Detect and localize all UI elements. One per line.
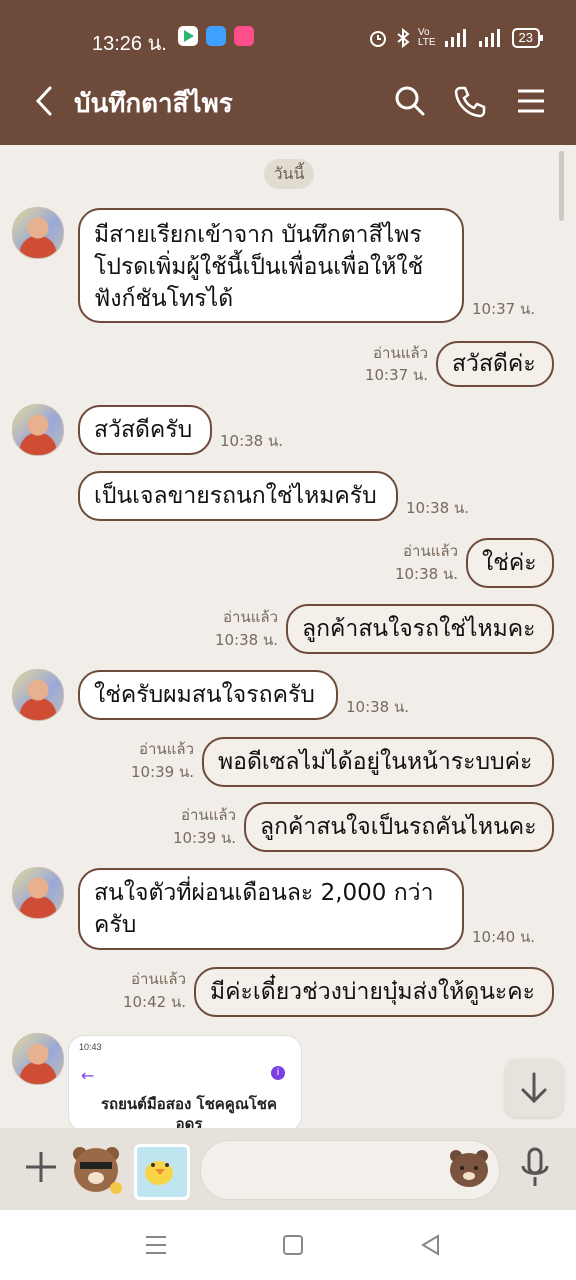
dating-app-icon: [234, 26, 254, 46]
preview-status-time: 10:43: [79, 1042, 102, 1052]
message-time: 10:37 น.: [472, 300, 536, 318]
message-bubble[interactable]: มีค่ะเดี๋ยวช่วงบ่ายบุ๋มส่งให้ดูนะคะ: [194, 967, 554, 1017]
message-time: 10:37 น.: [364, 366, 428, 384]
message-line: ครับ: [94, 912, 137, 938]
message-time: 10:38 น.: [214, 631, 278, 649]
arrow-down-icon: [521, 1072, 547, 1104]
menu-icon[interactable]: [512, 83, 548, 119]
brown-bear-sticker-icon[interactable]: [68, 1140, 126, 1198]
system-icons: Vo LTE 23: [368, 27, 544, 48]
alarm-icon: [369, 31, 386, 47]
system-navigation-bar: [0, 1210, 576, 1280]
message-time: 10:38 น.: [394, 565, 458, 583]
avatar[interactable]: [12, 669, 64, 721]
read-receipt: อ่านแล้ว: [131, 970, 186, 988]
message-time: 10:38 น.: [406, 499, 470, 517]
recent-apps-icon[interactable]: [143, 1232, 169, 1258]
back-nav-icon[interactable]: [418, 1232, 444, 1258]
message-bubble-call-notice[interactable]: มีสายเรียกเข้าจาก บันทึกตาสีไพร โปรดเพิ่…: [78, 208, 464, 323]
message-bubble[interactable]: ลูกค้าสนใจเป็นรถคันไหนคะ: [244, 802, 554, 852]
preview-info-icon: i: [271, 1066, 285, 1080]
message-bubble[interactable]: ลูกค้าสนใจรถใช่ไหมคะ: [286, 604, 554, 654]
message-bubble[interactable]: ใช่ครับผมสนใจรถครับ: [78, 670, 338, 720]
message-line: ฟังก์ชันโทรได้: [94, 286, 234, 312]
preview-back-arrow-icon: ←: [81, 1066, 95, 1085]
scrollbar[interactable]: [559, 151, 564, 221]
scroll-to-bottom-button[interactable]: [505, 1059, 563, 1117]
read-receipt: อ่านแล้ว: [181, 806, 236, 824]
phone-call-icon[interactable]: [452, 83, 488, 119]
top-bar: 13:26 น. Vo LTE 23 บันทึกตาสีไพร: [0, 0, 576, 145]
app-icon: [206, 26, 226, 46]
play-store-icon: [178, 26, 198, 46]
chat-title: บันทึกตาสีไพร: [74, 88, 233, 118]
read-receipt: อ่านแล้ว: [373, 344, 428, 362]
message-time: 10:39 น.: [130, 763, 194, 781]
message-line: มีสายเรียกเข้าจาก บันทึกตาสีไพร: [94, 222, 422, 248]
volte-icon: Vo LTE: [417, 27, 436, 48]
message-time: 10:40 น.: [472, 928, 536, 946]
status-time: 13:26 น.: [92, 33, 167, 55]
battery-indicator: 23: [511, 28, 544, 48]
message-time: 10:39 น.: [172, 829, 236, 847]
image-message[interactable]: 10:43 ← i รถยนต์มือสอง โชคคูณโชค อดร: [68, 1035, 302, 1128]
signal-icon: [444, 29, 466, 47]
message-time: 10:38 น.: [346, 698, 410, 716]
signal-icon-2: [478, 29, 500, 47]
read-receipt: อ่านแล้ว: [223, 608, 278, 626]
chat-area[interactable]: วันนี้ มีสายเรียกเข้าจาก บันทึกตาสีไพร โ…: [0, 145, 576, 1128]
message-bubble[interactable]: สวัสดีค่ะ: [436, 341, 554, 387]
emoji-bear-icon[interactable]: [448, 1148, 490, 1188]
message-bubble[interactable]: ใช่ค่ะ: [466, 538, 554, 588]
chick-sticker-icon[interactable]: [134, 1144, 190, 1200]
message-bubble[interactable]: สนใจตัวที่ผ่อนเดือนละ 2,000 กว่า ครับ: [78, 868, 464, 950]
avatar[interactable]: [12, 207, 64, 259]
notification-icons: [178, 26, 254, 46]
avatar[interactable]: [12, 1033, 64, 1085]
message-bubble[interactable]: เป็นเจลขายรถนกใช่ไหมครับ: [78, 471, 398, 521]
status-bar: 13:26 น. Vo LTE 23: [0, 24, 576, 55]
avatar[interactable]: [12, 867, 64, 919]
date-divider: วันนี้: [264, 159, 314, 189]
search-icon[interactable]: [392, 83, 428, 119]
message-line: สนใจตัวที่ผ่อนเดือนละ 2,000 กว่า: [94, 880, 434, 906]
message-time: 10:38 น.: [220, 432, 284, 450]
read-receipt: อ่านแล้ว: [139, 740, 194, 758]
read-receipt: อ่านแล้ว: [403, 542, 458, 560]
plus-icon[interactable]: [22, 1148, 60, 1186]
home-icon[interactable]: [280, 1232, 306, 1258]
message-time: 10:42 น.: [122, 993, 186, 1011]
bluetooth-icon: [397, 28, 410, 48]
preview-title: รถยนต์มือสอง โชคคูณโชค อดร: [100, 1095, 278, 1128]
message-bubble[interactable]: พอดีเซลไม่ได้อยู่ในหน้าระบบค่ะ: [202, 737, 554, 787]
back-arrow-icon[interactable]: [30, 85, 60, 117]
microphone-icon[interactable]: [518, 1146, 552, 1190]
input-bar: [0, 1128, 576, 1210]
avatar[interactable]: [12, 404, 64, 456]
message-line: โปรดเพิ่มผู้ใช้นี้เป็นเพื่อนเพื่อให้ใช้: [94, 254, 424, 280]
chat-header: บันทึกตาสีไพร: [0, 75, 576, 130]
message-bubble[interactable]: สวัสดีครับ: [78, 405, 212, 455]
